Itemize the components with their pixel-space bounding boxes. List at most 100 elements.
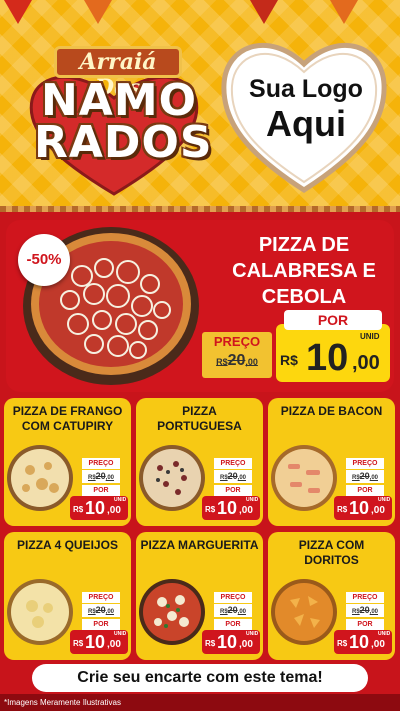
- unit-label: UNID: [378, 497, 391, 503]
- price-label: PREÇO: [346, 592, 384, 603]
- new-price-int: 10: [306, 337, 349, 379]
- old-price-cents: ,00: [369, 609, 379, 615]
- product-name: PIZZA MARGUERITA: [140, 538, 259, 552]
- old-currency: R$: [219, 609, 228, 615]
- old-price-cents: ,00: [105, 609, 115, 615]
- old-price-cents: ,00: [237, 609, 247, 615]
- old-price-int: 20: [227, 352, 246, 369]
- event-title-line2: RADOS: [34, 117, 213, 168]
- new-price-cents: ,00: [107, 505, 121, 516]
- product-card[interactable]: PIZZA PORTUGUESA PREÇO R$20,00 POR R$ 10,…: [136, 398, 263, 526]
- old-currency: R$: [87, 475, 96, 481]
- new-currency: R$: [205, 505, 216, 514]
- new-price-int: 10: [349, 632, 370, 652]
- price-label: PREÇO: [82, 458, 120, 469]
- hero-offer[interactable]: -50% PIZZA DE CALABRESA E CEBOLA PREÇO R…: [6, 220, 394, 392]
- price-tag: PREÇO R$20,00 POR R$ 10,00 UNID: [334, 458, 392, 522]
- old-price: R$20,00: [82, 604, 120, 617]
- product-name: PIZZA DE BACON: [280, 404, 383, 418]
- new-price: R$ 10,00 UNID: [334, 496, 392, 520]
- new-price: R$ 10,00 UNID: [202, 496, 260, 520]
- por-label: POR: [214, 619, 252, 630]
- bunting-flag-icon: [4, 0, 32, 24]
- unit-label: UNID: [246, 631, 259, 637]
- product-card[interactable]: PIZZA DE FRANGO COM CATUPIRY PREÇO R$20,…: [4, 398, 131, 526]
- old-currency: R$: [87, 609, 96, 615]
- new-price-cents: ,00: [371, 639, 385, 650]
- event-title-main: NAMO RADOS: [34, 79, 213, 168]
- price-label: PREÇO: [214, 592, 252, 603]
- old-price: R$20,00: [82, 470, 120, 483]
- product-name: PIZZA 4 QUEIJOS: [17, 538, 118, 552]
- price-tag: PREÇO R$20,00 POR R$ 10,00 UNID: [334, 592, 392, 656]
- hero-product-name: PIZZA DE CALABRESA E CEBOLA: [232, 234, 376, 308]
- new-price: R$ 10,00 UNID: [70, 496, 128, 520]
- new-currency: R$: [280, 352, 298, 368]
- pizza-image: [7, 579, 73, 645]
- old-price: R$20,00: [346, 470, 384, 483]
- discount-badge: -50%: [18, 234, 70, 286]
- new-currency: R$: [205, 639, 216, 648]
- price-label: PREÇO: [213, 334, 261, 349]
- por-label: POR: [214, 485, 252, 496]
- old-price-int: 20: [359, 471, 370, 481]
- por-label: POR: [346, 619, 384, 630]
- new-currency: R$: [337, 505, 348, 514]
- price-label: PREÇO: [214, 458, 252, 469]
- new-price-cents: ,00: [239, 505, 253, 516]
- new-price-int: 10: [85, 632, 106, 652]
- rope-divider: [0, 206, 400, 212]
- event-title-top: Arraiá Dos: [54, 46, 182, 101]
- pizza-image: [271, 445, 337, 511]
- unit-label: UNID: [114, 497, 127, 503]
- por-label: POR: [82, 619, 120, 630]
- price-label: PREÇO: [346, 458, 384, 469]
- product-card[interactable]: PIZZA MARGUERITA PREÇO R$20,00 POR R$ 10,…: [136, 532, 263, 660]
- new-price-cents: ,00: [371, 505, 385, 516]
- price-tag: PREÇO R$20,00 POR R$ 10,00 UNID: [202, 458, 260, 522]
- event-title-logo: Arraiá Dos NAMO RADOS: [14, 30, 213, 200]
- pizza-image: [271, 579, 337, 645]
- new-price: R$ 10,00 UNID: [334, 630, 392, 654]
- hero-price-block: PREÇO R$20,00 R$ 10 ,00 UNID POR: [202, 310, 394, 382]
- new-price-cents: ,00: [239, 639, 253, 650]
- new-price-int: 10: [217, 498, 238, 518]
- por-label: POR: [82, 485, 120, 496]
- old-price-int: 20: [95, 471, 106, 481]
- por-label: POR: [284, 310, 382, 330]
- bunting-flag-icon: [250, 0, 278, 24]
- unit-label: UNID: [378, 631, 391, 637]
- pizza-image: [7, 445, 73, 511]
- logo-line1: Sua Logo: [249, 75, 363, 103]
- price-label: PREÇO: [82, 592, 120, 603]
- old-price: R$20,00: [346, 604, 384, 617]
- old-currency: R$: [219, 475, 228, 481]
- new-price-cents: ,00: [352, 352, 380, 374]
- product-name: PIZZA COM DORITOS: [298, 538, 365, 567]
- create-flyer-button[interactable]: Crie seu encarte com este tema!: [32, 664, 368, 692]
- new-price-cents: ,00: [107, 639, 121, 650]
- product-card[interactable]: PIZZA COM DORITOS PREÇO R$20,00 POR R$ 10…: [268, 532, 395, 660]
- product-grid: PIZZA DE FRANGO COM CATUPIRY PREÇO R$20,…: [4, 398, 396, 662]
- unit-label: UNID: [114, 631, 127, 637]
- unit-label: UNID: [360, 332, 380, 341]
- product-card[interactable]: PIZZA 4 QUEIJOS PREÇO R$20,00 POR R$ 10,0…: [4, 532, 131, 660]
- new-currency: R$: [73, 639, 84, 648]
- product-card[interactable]: PIZZA DE BACON PREÇO R$20,00 POR R$ 10,00…: [268, 398, 395, 526]
- new-price: R$ 10,00 UNID: [70, 630, 128, 654]
- new-currency: R$: [337, 639, 348, 648]
- pizza-image: [139, 579, 205, 645]
- old-price: R$20,00: [202, 352, 272, 370]
- old-price-int: 20: [95, 605, 106, 615]
- por-label: POR: [346, 485, 384, 496]
- old-price-cents: ,00: [245, 357, 258, 367]
- unit-label: UNID: [246, 497, 259, 503]
- old-price-int: 20: [227, 471, 238, 481]
- new-currency: R$: [73, 505, 84, 514]
- old-price-int: 20: [227, 605, 238, 615]
- price-tag: PREÇO R$20,00 POR R$ 10,00 UNID: [202, 592, 260, 656]
- old-price: R$20,00: [214, 604, 252, 617]
- price-tag: PREÇO R$20,00 POR R$ 10,00 UNID: [70, 458, 128, 522]
- old-currency: R$: [351, 609, 360, 615]
- disclaimer: *Imagens Meramente Ilustrativas: [4, 698, 121, 707]
